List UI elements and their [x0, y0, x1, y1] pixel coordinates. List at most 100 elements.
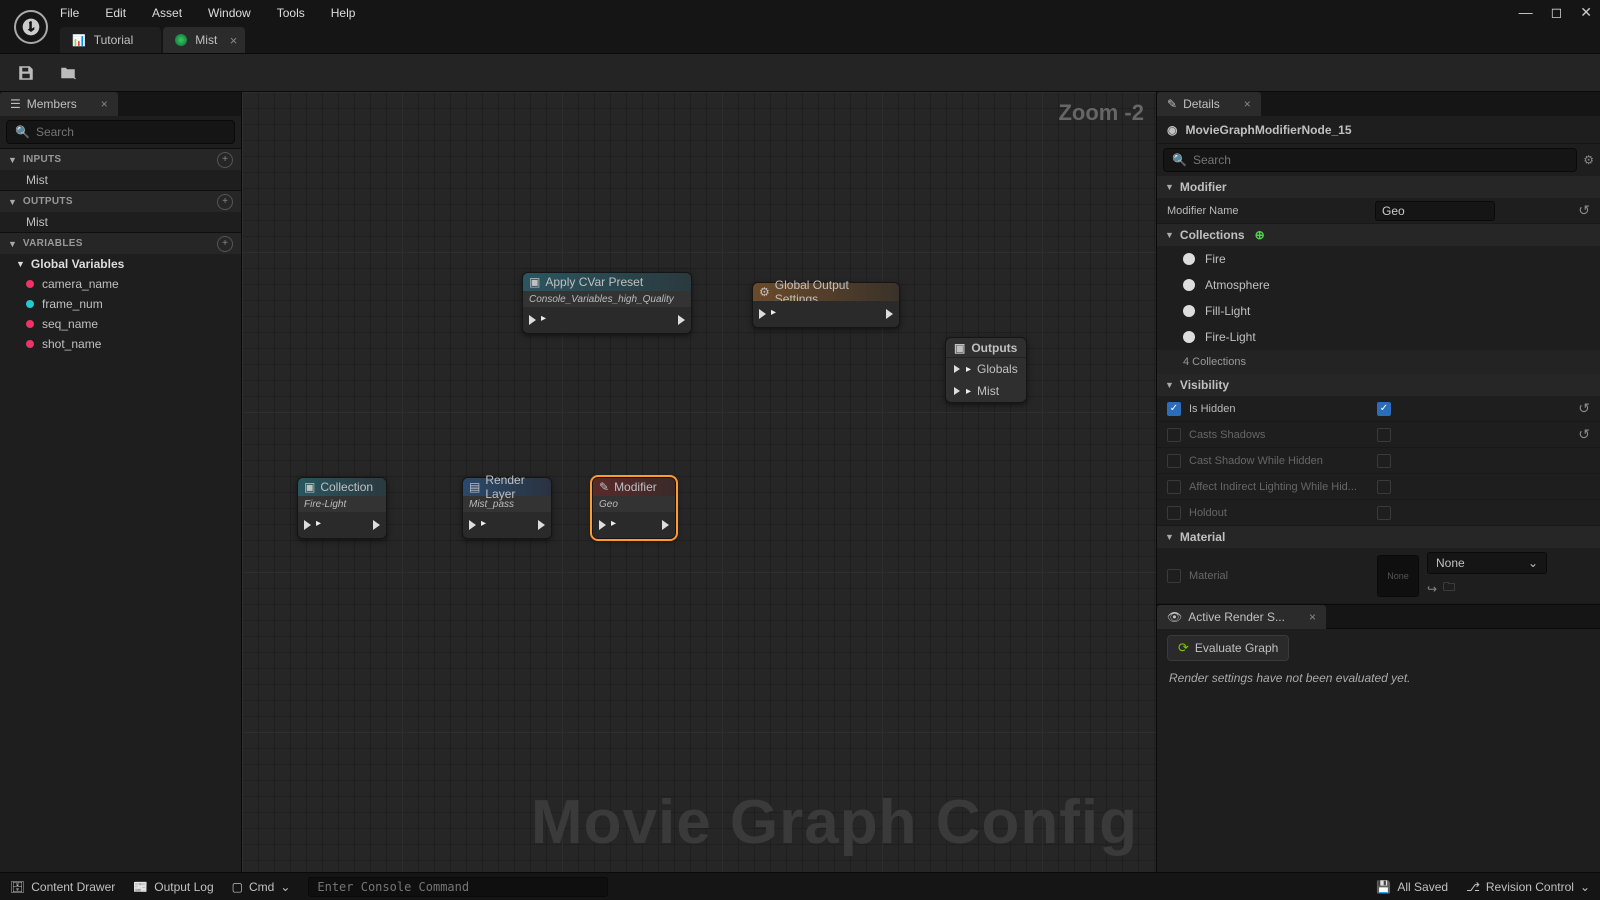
reset-icon[interactable]: ↺ [1578, 426, 1590, 443]
input-pin[interactable] [759, 309, 766, 319]
add-collection-icon[interactable]: ⊕ [1255, 228, 1265, 242]
node-outputs[interactable]: ▣Outputs ▸Globals ▸Mist [945, 337, 1027, 403]
collection-atmosphere[interactable]: Atmosphere [1157, 272, 1600, 298]
global-vars-header[interactable]: ▼ Global Variables [0, 254, 241, 274]
add-input-button[interactable]: + [217, 152, 233, 168]
output-pin[interactable] [538, 520, 545, 530]
app-logo[interactable] [14, 10, 48, 44]
material-thumbnail[interactable]: None [1377, 555, 1419, 597]
var-seq-name[interactable]: seq_name [0, 314, 241, 334]
tab-label: Tutorial [94, 33, 134, 47]
section-visibility[interactable]: ▼Visibility [1157, 374, 1600, 396]
menu-file[interactable]: File [60, 6, 79, 20]
output-pin[interactable] [678, 315, 685, 325]
all-saved-button[interactable]: 💾All Saved [1376, 880, 1448, 894]
menu-tools[interactable]: Tools [277, 6, 305, 20]
status-bar: 🗄Content Drawer 📰Output Log ▢Cmd⌄ 💾All S… [0, 872, 1600, 900]
node-render-layer[interactable]: ▤Render Layer Mist_pass ▸ [462, 477, 552, 539]
section-collections[interactable]: ▼Collections ⊕ [1157, 224, 1600, 246]
section-material[interactable]: ▼Material [1157, 526, 1600, 548]
menu-window[interactable]: Window [208, 6, 251, 20]
output-item-mist[interactable]: Mist [0, 212, 241, 232]
value-checkbox[interactable] [1377, 506, 1391, 520]
dot-icon [1183, 331, 1195, 343]
menu-edit[interactable]: Edit [105, 6, 126, 20]
type-icon [26, 320, 34, 328]
modifier-name-input[interactable] [1375, 201, 1495, 221]
minimize-icon[interactable]: — [1519, 4, 1533, 21]
content-drawer-button[interactable]: 🗄Content Drawer [10, 880, 115, 894]
details-search[interactable]: 🔍 [1163, 148, 1577, 172]
override-checkbox[interactable] [1167, 402, 1181, 416]
output-pin[interactable] [373, 520, 380, 530]
override-checkbox[interactable] [1167, 480, 1181, 494]
input-item-mist[interactable]: Mist [0, 170, 241, 190]
material-dropdown[interactable]: None⌄ [1427, 552, 1547, 574]
section-outputs[interactable]: ▼ OUTPUTS + [0, 190, 241, 212]
render-settings-tab[interactable]: 👁 Active Render S... × [1157, 605, 1326, 629]
section-inputs[interactable]: ▼ INPUTS + [0, 148, 241, 170]
members-tab[interactable]: ☰ Members × [0, 92, 118, 116]
chevron-down-icon: ⌄ [1528, 556, 1538, 570]
output-pin[interactable] [662, 520, 669, 530]
input-pin[interactable] [469, 520, 476, 530]
input-pin[interactable] [954, 387, 960, 395]
panel-close-icon[interactable]: × [1244, 97, 1251, 111]
var-frame-num[interactable]: frame_num [0, 294, 241, 314]
graph-canvas[interactable]: Zoom -2 Movie Graph Config ▣Apply CVar P… [242, 92, 1156, 872]
use-selected-icon[interactable]: ↪ [1427, 582, 1437, 596]
browse-button[interactable] [56, 61, 80, 85]
var-camera-name[interactable]: camera_name [0, 274, 241, 294]
override-checkbox[interactable] [1167, 569, 1181, 583]
override-checkbox[interactable] [1167, 506, 1181, 520]
collection-fill-light[interactable]: Fill-Light [1157, 298, 1600, 324]
input-pin[interactable] [304, 520, 311, 530]
reset-icon[interactable]: ↺ [1578, 400, 1590, 417]
input-pin[interactable] [599, 520, 606, 530]
output-pin[interactable] [886, 309, 893, 319]
cmd-dropdown[interactable]: ▢Cmd⌄ [232, 880, 291, 894]
node-global-output-settings[interactable]: ⚙Global Output Settings ▸ [752, 282, 900, 328]
input-pin[interactable] [529, 315, 536, 325]
node-collection[interactable]: ▣Collection Fire-Light ▸ [297, 477, 387, 539]
section-variables[interactable]: ▼ VARIABLES + [0, 232, 241, 254]
collection-fire-light[interactable]: Fire-Light [1157, 324, 1600, 350]
value-checkbox[interactable] [1377, 428, 1391, 442]
evaluate-graph-button[interactable]: ⟳ Evaluate Graph [1167, 635, 1289, 661]
value-checkbox[interactable] [1377, 402, 1391, 416]
panel-close-icon[interactable]: × [1309, 610, 1316, 624]
input-pin[interactable] [954, 365, 960, 373]
node-apply-cvar-preset[interactable]: ▣Apply CVar Preset Console_Variables_hig… [522, 272, 692, 334]
tab-mist[interactable]: Mist × [163, 27, 245, 53]
details-tab[interactable]: ✎ Details × [1157, 92, 1261, 116]
close-icon[interactable]: ✕ [1580, 4, 1592, 21]
section-modifier[interactable]: ▼Modifier [1157, 176, 1600, 198]
revision-control-button[interactable]: ⎇Revision Control⌄ [1466, 880, 1590, 894]
watermark: Movie Graph Config [531, 787, 1138, 858]
override-checkbox[interactable] [1167, 454, 1181, 468]
reset-icon[interactable]: ↺ [1578, 202, 1590, 219]
search-input[interactable] [36, 125, 226, 139]
tab-close-icon[interactable]: × [230, 33, 238, 48]
details-search-input[interactable] [1193, 153, 1568, 167]
menu-asset[interactable]: Asset [152, 6, 182, 20]
add-output-button[interactable]: + [217, 194, 233, 210]
node-modifier[interactable]: ✎Modifier Geo ▸ [592, 477, 676, 539]
menu-help[interactable]: Help [331, 6, 356, 20]
collection-fire[interactable]: Fire [1157, 246, 1600, 272]
tab-tutorial[interactable]: 📊 Tutorial [60, 27, 161, 53]
zoom-label: Zoom -2 [1058, 100, 1144, 126]
settings-icon[interactable]: ⚙ [1583, 153, 1594, 167]
save-button[interactable] [14, 61, 38, 85]
value-checkbox[interactable] [1377, 480, 1391, 494]
browse-to-icon[interactable]: 🗀 [1443, 578, 1455, 599]
panel-close-icon[interactable]: × [101, 97, 108, 111]
output-log-button[interactable]: 📰Output Log [133, 880, 213, 894]
maximize-icon[interactable]: ◻ [1551, 4, 1563, 21]
var-shot-name[interactable]: shot_name [0, 334, 241, 354]
members-search[interactable]: 🔍 [6, 120, 235, 144]
value-checkbox[interactable] [1377, 454, 1391, 468]
add-variable-button[interactable]: + [217, 236, 233, 252]
console-input[interactable] [308, 877, 608, 897]
override-checkbox[interactable] [1167, 428, 1181, 442]
